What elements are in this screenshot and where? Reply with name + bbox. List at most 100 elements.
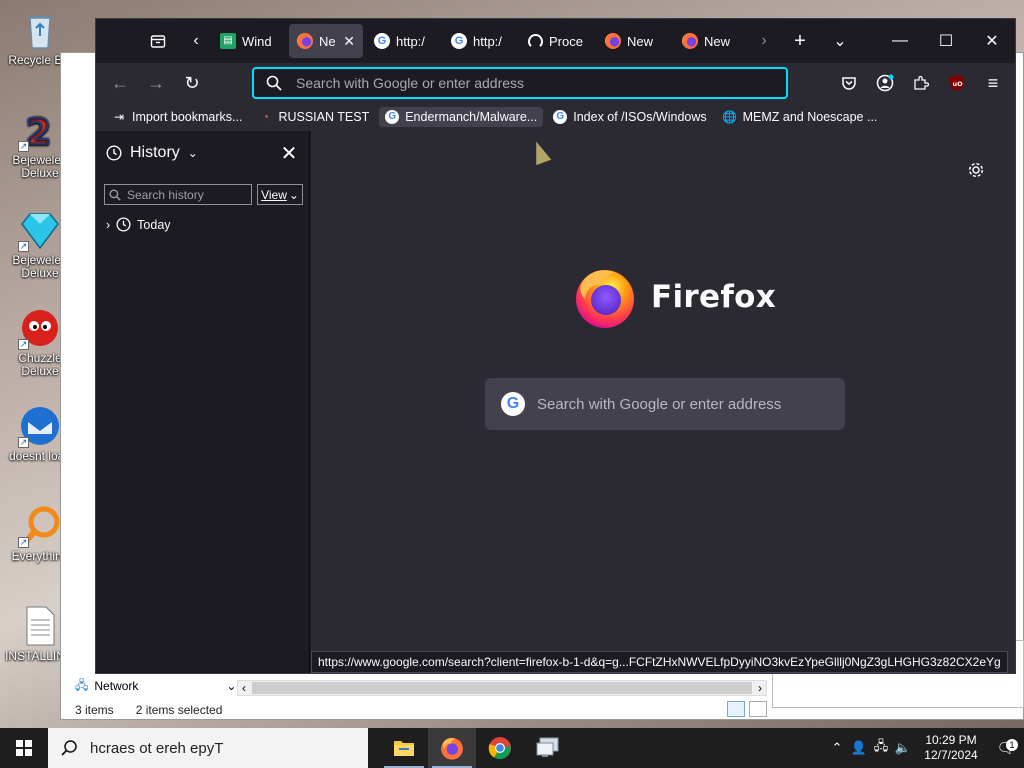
show-hidden-icons-chevron-up-icon[interactable]: ⌃ — [826, 740, 848, 756]
bookmark-memz[interactable]: 🌐 MEMZ and Noescape ... — [717, 107, 884, 127]
bookmark-import[interactable]: ⇥ Import bookmarks... — [106, 107, 248, 127]
maximize-icon[interactable]: ☐ — [923, 19, 969, 63]
chevron-down-icon[interactable]: ⌄ — [226, 679, 236, 693]
account-icon[interactable] — [869, 67, 901, 99]
bookmark-isos-windows[interactable]: G Index of /ISOs/Windows — [547, 107, 712, 127]
taskbar-file-explorer[interactable] — [380, 728, 428, 768]
close-tab-icon[interactable]: ✕ — [343, 33, 355, 50]
new-tab-plus-icon[interactable]: + — [784, 25, 816, 57]
newtab-search-box[interactable]: G — [485, 378, 845, 430]
hamburger-menu-icon[interactable]: ≡ — [977, 67, 1009, 99]
newtab-search-input[interactable] — [537, 395, 837, 413]
settings-gear-icon[interactable] — [967, 161, 985, 184]
thunderbird-icon: ↗ — [18, 404, 62, 448]
taskbar-firefox[interactable] — [428, 728, 476, 768]
clock-icon — [116, 217, 131, 232]
people-icon[interactable]: 👤 — [848, 740, 870, 756]
tab-new-2[interactable]: New — [674, 24, 748, 58]
horizontal-scrollbar[interactable]: ‹ › — [237, 680, 767, 696]
reload-icon[interactable]: ↻ — [174, 67, 210, 99]
recycle-bin-icon — [18, 8, 62, 52]
chrome-icon — [488, 737, 511, 760]
tab-google-2[interactable]: Ghttp:/ — [443, 24, 517, 58]
bookmark-label: Import bookmarks... — [132, 110, 243, 124]
firefox-icon — [441, 737, 463, 760]
taskbar-clock[interactable]: 10:29 PM 12/7/2024 — [914, 733, 988, 763]
bookmark-label: Index of /ISOs/Windows — [573, 110, 707, 124]
tab-bar: ‹ ▤ Wind Ne ✕ Ghttp:/ Ghttp:/ Proce New Ne… — [96, 19, 1015, 63]
tab-wind[interactable]: ▤ Wind — [212, 24, 286, 58]
sidebar-header[interactable]: History ⌄ ✕ — [96, 131, 309, 175]
google-icon: G — [385, 110, 400, 124]
details-view-icon[interactable] — [727, 701, 745, 717]
large-icons-view-icon[interactable] — [749, 701, 767, 717]
scrollbar-thumb[interactable] — [252, 682, 752, 694]
explorer-nav-label: Network — [94, 679, 139, 693]
tab-new-1[interactable]: New — [597, 24, 671, 58]
start-button[interactable] — [0, 728, 48, 768]
network-icon[interactable]: 🖧 — [870, 737, 892, 759]
notification-badge: 1 — [1006, 739, 1018, 751]
extensions-puzzle-icon[interactable] — [905, 67, 937, 99]
window-controls: — ☐ ✕ — [877, 19, 1015, 63]
tab-label: New — [704, 33, 731, 49]
view-dropdown-button[interactable]: View ⌄ — [257, 184, 303, 205]
chevron-down-icon[interactable]: ⌄ — [188, 146, 198, 160]
magnifier-icon: ◔ — [261, 110, 270, 124]
history-tree-today[interactable]: › Today — [106, 217, 171, 232]
taskbar: ⌃ 👤 🖧 🔈 10:29 PM 12/7/2024 🗨 1 — [0, 728, 1024, 768]
history-search-box[interactable] — [104, 184, 252, 205]
search-icon — [61, 740, 77, 756]
bejeweled-2-icon: 2 ↗ — [18, 108, 62, 154]
ublock-origin-icon[interactable]: uO — [941, 67, 973, 99]
bookmark-endermanch-malware[interactable]: G Endermanch/Malware... — [379, 107, 544, 127]
history-sidebar: History ⌄ ✕ View ⌄ › Today — [96, 131, 310, 673]
close-window-icon[interactable]: ✕ — [969, 19, 1015, 63]
tab-google-1[interactable]: Ghttp:/ — [366, 24, 440, 58]
pocket-icon[interactable] — [833, 67, 865, 99]
windows-logo-icon — [16, 740, 32, 756]
shortcut-arrow-icon: ↗ — [18, 241, 29, 252]
taskbar-search-input[interactable] — [90, 739, 350, 757]
bookmark-russian-test[interactable]: ◔ RUSSIAN TEST — [252, 107, 375, 127]
list-all-tabs-chevron-down-icon[interactable]: ⌄ — [824, 25, 856, 57]
chevron-right-icon[interactable]: › — [106, 218, 110, 232]
shortcut-arrow-icon: ↗ — [18, 339, 29, 350]
bookmark-label: Endermanch/Malware... — [405, 110, 538, 124]
firefox-brand: Firefox — [573, 265, 776, 329]
scroll-left-icon[interactable]: ‹ — [242, 681, 246, 695]
system-tray: ⌃ 👤 🖧 🔈 10:29 PM 12/7/2024 🗨 1 — [826, 728, 1024, 768]
link-status-url: https://www.google.com/search?client=fir… — [311, 651, 1008, 673]
action-center-icon[interactable]: 🗨 1 — [988, 739, 1024, 757]
taskbar-search-box[interactable] — [48, 728, 368, 768]
forward-arrow-icon[interactable]: → — [138, 67, 174, 99]
everything-search-icon: ↗ — [18, 504, 62, 548]
scroll-tabs-left-icon[interactable]: ‹ — [180, 25, 212, 57]
firefox-view-icon[interactable] — [142, 25, 174, 57]
minimize-icon[interactable]: — — [877, 19, 923, 63]
status-item-count: 3 items — [75, 703, 114, 717]
url-bar[interactable] — [252, 67, 788, 99]
close-sidebar-icon[interactable]: ✕ — [277, 141, 301, 166]
gauge-icon — [528, 33, 543, 49]
firefox-window[interactable]: ‹ ▤ Wind Ne ✕ Ghttp:/ Ghttp:/ Proce New Ne… — [95, 18, 1016, 674]
tab-new-tab-active[interactable]: Ne ✕ — [289, 24, 363, 58]
view-label: View — [261, 187, 287, 202]
google-icon: G — [451, 33, 467, 49]
chevron-down-icon: ⌄ — [288, 187, 299, 202]
tab-process[interactable]: Proce — [520, 24, 594, 58]
firefox-wordmark: Firefox — [651, 279, 776, 315]
shortcut-arrow-icon: ↗ — [18, 141, 29, 152]
taskbar-remote-app[interactable] — [524, 728, 572, 768]
scroll-tabs-right-icon[interactable]: › — [748, 25, 780, 57]
tab-label: http:/ — [473, 33, 502, 49]
firefox-icon — [682, 33, 698, 49]
tab-label: Proce — [549, 33, 583, 49]
scroll-right-icon[interactable]: › — [758, 681, 762, 695]
url-input[interactable] — [296, 75, 736, 91]
network-icon: 🖧 — [75, 677, 89, 692]
history-search-input[interactable] — [127, 187, 247, 202]
volume-icon[interactable]: 🔈 — [892, 740, 914, 756]
taskbar-chrome[interactable] — [476, 728, 524, 768]
back-arrow-icon[interactable]: ← — [102, 67, 138, 99]
